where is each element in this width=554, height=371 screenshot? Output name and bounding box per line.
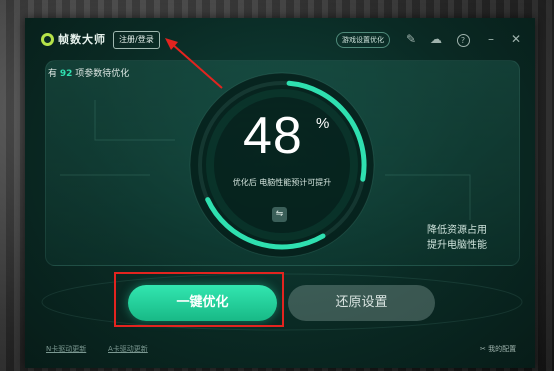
tools-icon: ✂ bbox=[480, 345, 486, 353]
sliders-icon[interactable]: ⇋ bbox=[272, 207, 287, 222]
percent-sign: % bbox=[316, 115, 330, 132]
my-config-link[interactable]: ✂ 我的配置 bbox=[480, 344, 516, 354]
restore-settings-button[interactable]: 还原设置 bbox=[288, 285, 435, 321]
a-driver-update-link[interactable]: A卡驱动更新 bbox=[108, 344, 148, 354]
gauge-description: 优化后 电脑性能预计可提升 bbox=[232, 178, 332, 187]
annotation-arrow bbox=[165, 38, 223, 89]
one-click-optimize-button[interactable]: 一键优化 bbox=[128, 285, 277, 321]
platform-ring bbox=[41, 273, 523, 331]
optimization-percent: 48 bbox=[243, 107, 303, 165]
my-config-label: 我的配置 bbox=[488, 345, 517, 353]
n-driver-update-link[interactable]: N卡驱动更新 bbox=[46, 344, 86, 354]
